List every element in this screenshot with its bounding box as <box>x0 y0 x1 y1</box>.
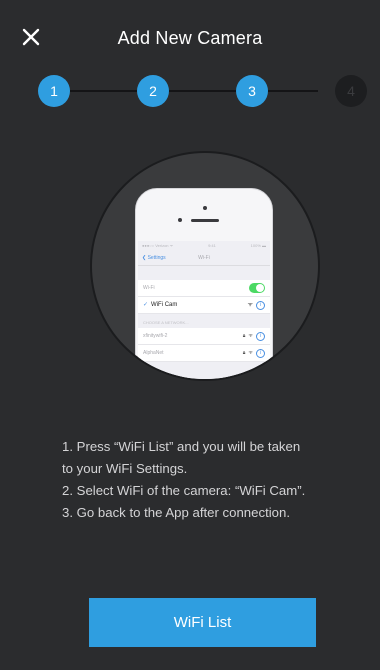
info-icon: i <box>256 331 265 341</box>
checkmark-icon: ✓ <box>143 302 149 308</box>
wifi-signal-icon: ᯤ <box>248 333 253 339</box>
instruction-line-1: 1. Press “WiFi List” and you will be tak… <box>62 439 301 454</box>
toggle-on-icon <box>249 283 265 293</box>
phone-nav-bar: ❮ Settings Wi-Fi <box>138 251 270 266</box>
phone-device-icon: ●●●○○ Verizon ᯤ 9:41 100% ▬ ❮ Settings W… <box>135 188 273 379</box>
status-time: 9:41 <box>208 243 216 248</box>
phone-network-row: xfinitywifi-2 🔒︎ ᯤ i <box>138 328 270 345</box>
progress-stepper: 1 2 3 4 <box>0 74 380 108</box>
wifi-signal-icon: ᯤ <box>248 350 253 356</box>
phone-camera-dot <box>203 206 207 210</box>
instruction-line-3: 2. Select WiFi of the camera: “WiFi Cam”… <box>62 483 306 498</box>
phone-sensor-dot <box>178 218 182 222</box>
info-icon: i <box>256 348 265 358</box>
instructions-text: 1. Press “WiFi List” and you will be tak… <box>62 436 362 524</box>
phone-speaker <box>191 219 219 222</box>
info-icon: i <box>256 300 265 310</box>
add-camera-screen: Add New Camera 1 2 3 4 ●●●○○ Verizon ᯤ 9… <box>0 0 380 670</box>
phone-illustration: ●●●○○ Verizon ᯤ 9:41 100% ▬ ❮ Settings W… <box>90 151 320 381</box>
instruction-line-4: 3. Go back to the App after connection. <box>62 505 290 520</box>
status-battery: 100% ▬ <box>250 243 266 248</box>
phone-network-name: xfinitywifi-2 <box>143 333 168 339</box>
phone-nav-title: Wi-Fi <box>198 255 210 261</box>
phone-connected-row: ✓ WiFi Cam ᯤi <box>138 297 270 314</box>
wifi-signal-icon: ᯤ <box>247 302 253 308</box>
phone-network-name: AlphaNet <box>143 350 164 356</box>
wifi-list-button[interactable]: WiFi List <box>89 598 316 647</box>
instruction-line-2: to your WiFi Settings. <box>62 461 188 476</box>
phone-network-row: AlphaNet 🔒︎ ᯤ i <box>138 345 270 362</box>
phone-section-label: CHOOSE A NETWORK... <box>143 320 189 325</box>
step-4: 4 <box>335 75 367 107</box>
page-title: Add New Camera <box>117 28 263 48</box>
phone-wifi-label: Wi-Fi <box>143 285 155 291</box>
step-3: 3 <box>236 75 268 107</box>
step-1: 1 <box>38 75 70 107</box>
step-2: 2 <box>137 75 169 107</box>
phone-status-bar: ●●●○○ Verizon ᯤ 9:41 100% ▬ <box>138 241 270 251</box>
status-carrier: ●●●○○ Verizon ᯤ <box>142 243 174 248</box>
lock-icon: 🔒︎ <box>242 333 246 339</box>
stepper-track <box>70 90 318 92</box>
phone-connected-network: WiFi Cam <box>151 302 178 308</box>
phone-screen: ●●●○○ Verizon ᯤ 9:41 100% ▬ ❮ Settings W… <box>138 241 270 379</box>
lock-icon: 🔒︎ <box>242 350 246 356</box>
phone-wifi-toggle-row: Wi-Fi <box>138 280 270 297</box>
